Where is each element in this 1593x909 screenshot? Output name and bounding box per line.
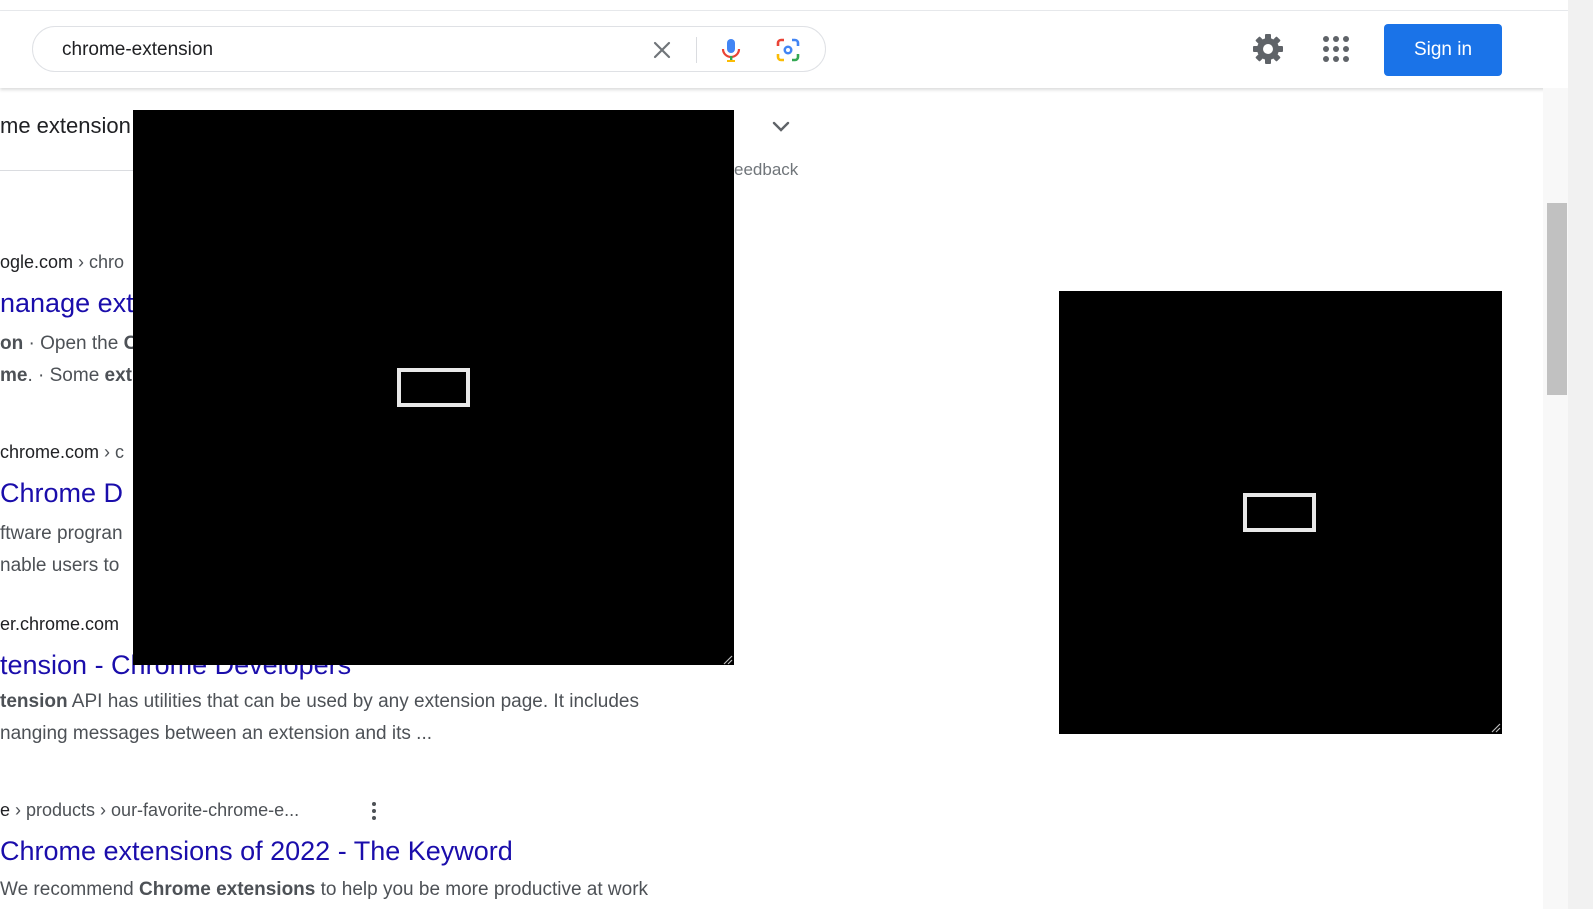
result-url-site: er.chrome.com: [0, 614, 120, 634]
search-divider: [696, 37, 697, 63]
result-snippet-line: We recommend Chrome extensions to help y…: [0, 874, 648, 906]
result-snippet-line: tension API has utilities that can be us…: [0, 686, 639, 718]
scrollbar-thumb[interactable]: [1547, 203, 1567, 395]
search-header: Sign in: [0, 11, 1568, 88]
result-url-site: chrome.com: [0, 442, 100, 462]
overlay-panel[interactable]: [1059, 291, 1502, 734]
result-snippet-bold: ext: [104, 365, 133, 386]
result-url[interactable]: ogle.com › chro: [0, 252, 124, 273]
result-url-crumb: › c: [99, 442, 125, 462]
result-snippet-text: · Open the: [23, 333, 124, 354]
more-vert-icon[interactable]: [364, 800, 384, 822]
gear-icon[interactable]: [1250, 31, 1286, 67]
result-snippet-line: nable users to: [0, 555, 120, 576]
result-snippet-bold: on: [0, 333, 24, 354]
result-url-crumb: › chro: [73, 252, 125, 272]
result-snippet-bold: tension: [0, 691, 68, 712]
result-url[interactable]: chrome.com › c: [0, 442, 124, 463]
result-url[interactable]: e › products › our-favorite-chrome-e...: [0, 800, 299, 821]
result-url-site: e: [0, 800, 11, 820]
result-snippet-text: We recommend: [0, 879, 140, 900]
result-snippet-text: API has utilities that can be used by an…: [67, 691, 639, 712]
feedback-link[interactable]: eedback: [734, 160, 798, 180]
apps-grid-icon[interactable]: [1320, 33, 1352, 65]
search-box[interactable]: [32, 26, 826, 72]
result-snippet-text: to help you be more productive at work: [315, 879, 649, 900]
result-snippet-line: me. · Some ext: [0, 360, 132, 392]
result-snippet-line: nanging messages between an extension an…: [0, 723, 433, 744]
overlay-placeholder-box: [1243, 493, 1316, 532]
snippet-title[interactable]: me extension: [0, 113, 131, 139]
overlay-panel[interactable]: [133, 110, 734, 665]
camera-lens-icon[interactable]: [774, 36, 802, 64]
browser-top-strip: [0, 0, 1593, 11]
result-snippet-text: . · Some: [27, 365, 105, 386]
resize-grip-icon[interactable]: [721, 653, 733, 665]
mic-icon[interactable]: [717, 36, 745, 64]
scrollbar-track[interactable]: [1568, 0, 1593, 909]
search-input[interactable]: [62, 37, 622, 63]
result-title[interactable]: Chrome extensions of 2022 - The Keyword: [0, 836, 513, 867]
resize-grip-icon[interactable]: [1489, 721, 1501, 733]
overlay-placeholder-box: [397, 368, 470, 407]
result-title[interactable]: Chrome D: [0, 478, 123, 509]
result-title[interactable]: nanage ext: [0, 288, 134, 319]
result-url-site: ogle.com: [0, 252, 74, 272]
close-icon[interactable]: [650, 38, 674, 62]
result-snippet-line: ftware progran: [0, 523, 123, 544]
result-url-crumb: › products › our-favorite-chrome-e...: [10, 800, 300, 820]
snippet-divider: [0, 170, 134, 171]
result-snippet-bold: Chrome extensions: [139, 879, 316, 900]
sign-in-button[interactable]: Sign in: [1384, 24, 1502, 76]
chevron-down-icon[interactable]: [768, 114, 794, 140]
result-snippet-line: on · Open the C: [0, 328, 137, 360]
result-url[interactable]: er.chrome.com: [0, 614, 119, 635]
result-snippet-bold: me: [0, 365, 28, 386]
